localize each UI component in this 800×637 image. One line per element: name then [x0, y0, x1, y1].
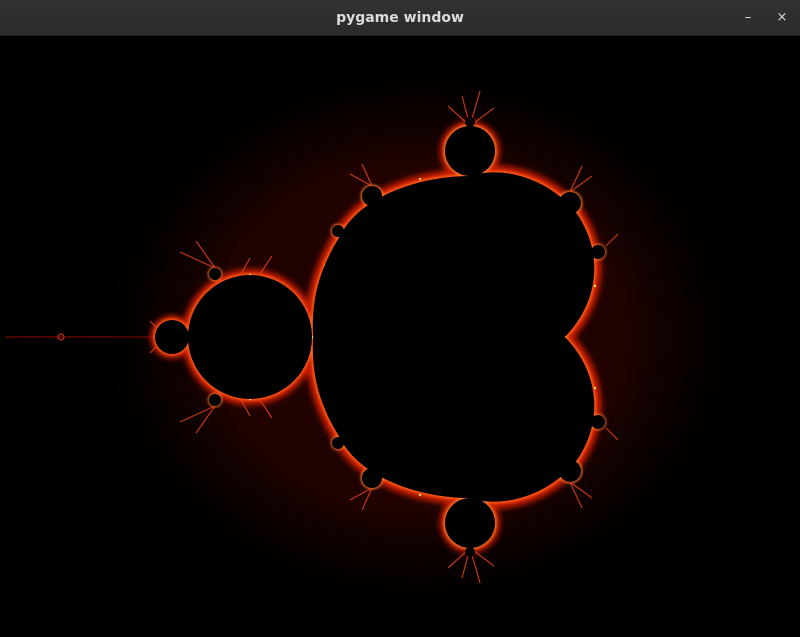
minimize-icon[interactable]: – — [737, 7, 759, 29]
bottom-bulb — [445, 498, 495, 548]
period-2-bulb — [188, 275, 312, 399]
period-4-bulb — [155, 320, 189, 354]
title-bar[interactable]: pygame window – × — [0, 0, 800, 36]
mandelbrot-render — [5, 46, 760, 626]
pygame-window: pygame window – × — [0, 0, 800, 637]
close-icon[interactable]: × — [771, 7, 793, 29]
main-cardioid — [312, 172, 595, 502]
mandelbrot-canvas[interactable] — [0, 36, 800, 637]
window-title: pygame window — [336, 10, 464, 26]
top-bulb — [445, 126, 495, 176]
